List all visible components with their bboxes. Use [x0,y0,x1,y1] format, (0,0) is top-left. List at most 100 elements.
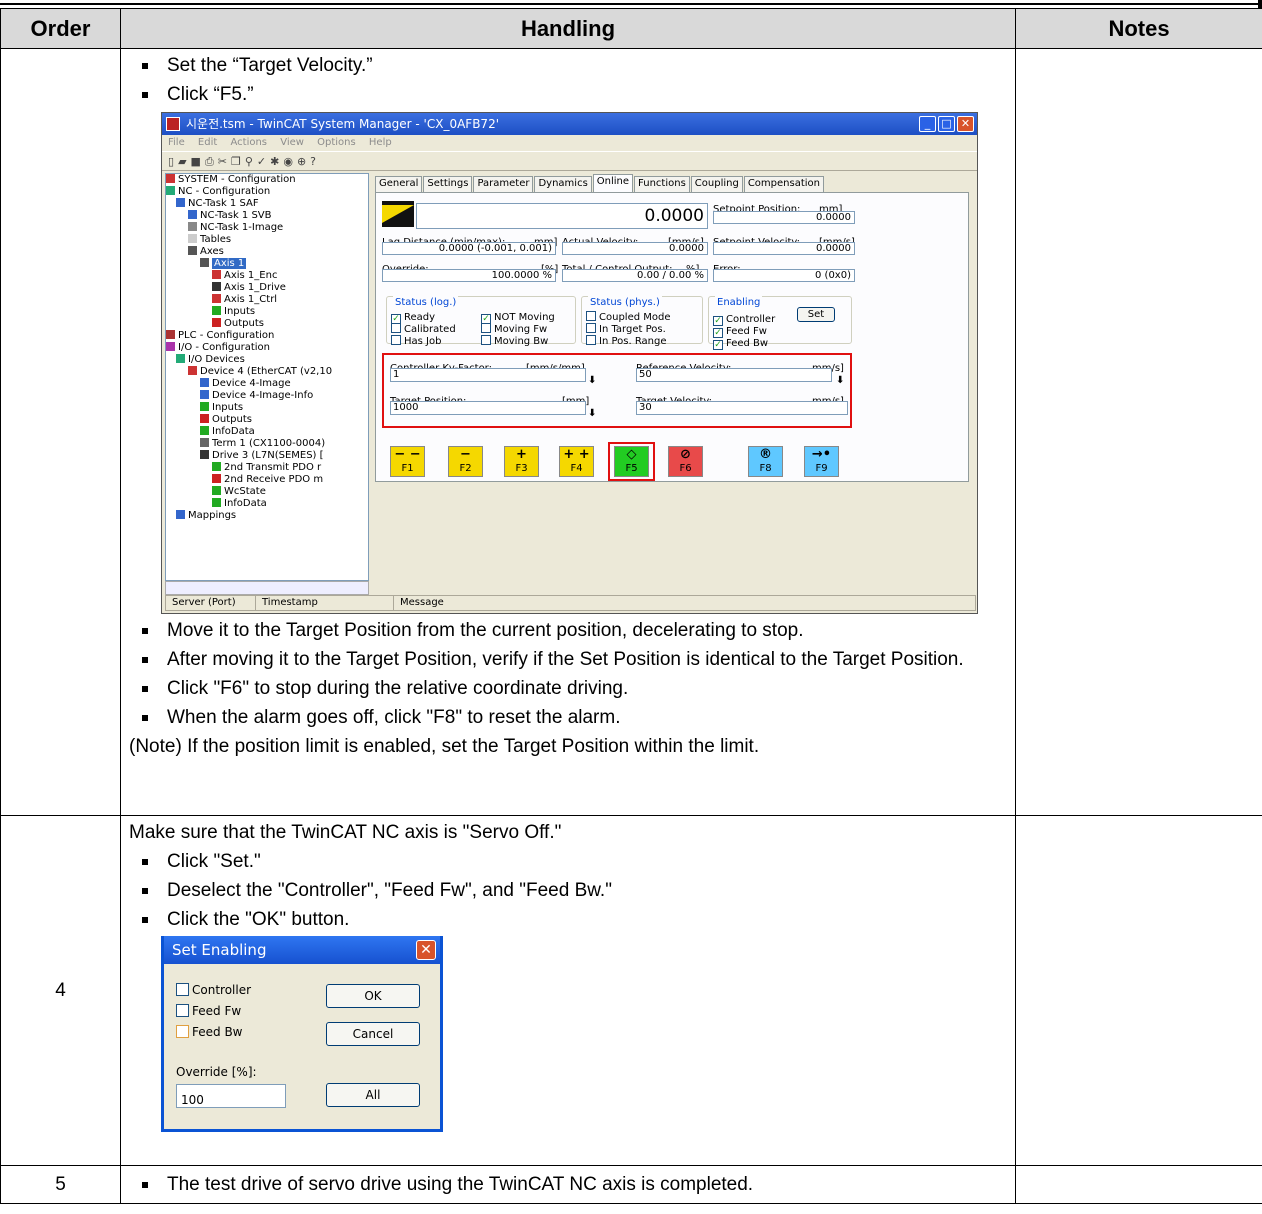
tree-scrollbar[interactable] [165,581,369,595]
all-button[interactable]: All [326,1083,420,1107]
tree-item[interactable]: Axis 1_Drive [166,282,368,294]
target-velocity-input[interactable]: 30 [636,401,848,415]
encoder-icon [212,270,221,279]
override-input[interactable]: 100 [176,1084,286,1108]
close-icon[interactable]: ✕ [416,940,436,960]
tree-item[interactable]: NC-Task 1-Image [166,222,368,234]
tree-item[interactable]: 2nd Receive PDO m [166,474,368,486]
tree-item[interactable]: I/O Devices [166,354,368,366]
server-port-column[interactable]: Server (Port) [166,596,256,610]
save-icon[interactable]: ■ [191,149,201,174]
open-icon[interactable]: ▰ [178,149,186,174]
tree-item[interactable]: SYSTEM - Configuration [166,174,368,186]
tab-parameter[interactable]: Parameter [473,176,534,192]
activate-icon[interactable]: ✱ [270,149,279,174]
tree-item[interactable]: Device 4-Image-Info [166,390,368,402]
message-column[interactable]: Message [394,596,975,610]
tab-functions[interactable]: Functions [634,176,690,192]
tree-item[interactable]: Axis 1_Ctrl [166,294,368,306]
target-icon[interactable]: ◉ [283,149,293,174]
menu-actions[interactable]: Actions [230,137,267,148]
tree-item[interactable]: Device 4 (EtherCAT (v2,10 [166,366,368,378]
zoom-icon[interactable]: ⊕ [297,149,306,174]
handling-cell: Set the “Target Velocity.” Click “F5.” 시… [120,48,1016,816]
f6-button[interactable]: ⊘ F6 [668,446,703,477]
f3-button[interactable]: + F3 [504,446,539,477]
tree-item[interactable]: Outputs [166,414,368,426]
tree-item[interactable]: NC-Task 1 SAF [166,198,368,210]
infodata-icon [212,498,221,507]
tree-item[interactable]: 2nd Transmit PDO r [166,462,368,474]
setpoint-position-value: 0.0000 [713,211,855,224]
tree-item[interactable]: Tables [166,234,368,246]
tree-item[interactable]: NC-Task 1 SVB [166,210,368,222]
f8-button[interactable]: ® F8 [748,446,783,477]
tree-item[interactable]: InfoData [166,498,368,510]
list-item: The test drive of servo drive using the … [129,1172,1011,1197]
list-item: Click "Set." [129,849,1011,874]
tree-item[interactable]: Term 1 (CX1100-0004) [166,438,368,450]
tab-dynamics[interactable]: Dynamics [534,176,592,192]
print-icon[interactable]: ⎙ [205,149,214,174]
top-rule [0,0,1262,8]
reference-velocity-input[interactable]: 50 [636,368,832,382]
table-row: 4 Make sure that the TwinCAT NC axis is … [0,815,1262,1166]
image-icon [200,390,209,399]
menu-file[interactable]: File [168,137,185,148]
menu-view[interactable]: View [280,137,304,148]
download-icon[interactable]: ⬇ [588,401,596,426]
tab-coupling[interactable]: Coupling [690,176,743,192]
tab-compensation[interactable]: Compensation [743,176,825,192]
tree-item[interactable]: Axis 1_Enc [166,270,368,282]
minimize-icon[interactable]: _ [919,116,936,132]
tree-item[interactable]: Device 4-Image [166,378,368,390]
tree-item[interactable]: Axes [166,246,368,258]
tab-settings[interactable]: Settings [423,176,473,192]
cut-icon[interactable]: ✂ [218,149,227,174]
tab-online[interactable]: Online [592,174,634,192]
tree-item[interactable]: Drive 3 (L7N(SEMES) [ [166,450,368,462]
feed-bw-checkbox[interactable]: Feed Bw [176,1020,243,1045]
cancel-button[interactable]: Cancel [326,1022,420,1046]
tree-item[interactable]: I/O - Configuration [166,342,368,354]
copy-icon[interactable]: ❐ [231,149,241,174]
tree-item[interactable]: PLC - Configuration [166,330,368,342]
menu-help[interactable]: Help [369,137,392,148]
tree-item[interactable]: Outputs [166,318,368,330]
tree-item-axis1[interactable]: Axis 1 [166,258,368,270]
tree-item[interactable]: Inputs [166,306,368,318]
kv-factor-input[interactable]: 1 [390,368,586,382]
menu-edit[interactable]: Edit [198,137,217,148]
jog-fast-plus-icon: + + [563,447,590,462]
tree-item[interactable]: InfoData [166,426,368,438]
f2-button[interactable]: − F2 [448,446,483,477]
close-icon[interactable]: ✕ [957,116,974,132]
dialog-titlebar: Set Enabling ✕ [164,936,440,964]
notes-cell [1015,48,1262,816]
tree-item[interactable]: WcState [166,486,368,498]
help-icon[interactable]: ? [310,149,316,174]
infodata-icon [200,426,209,435]
list-item: Deselect the "Controller", "Feed Fw", an… [129,878,1011,903]
target-position-input[interactable]: 1000 [390,401,586,415]
tree-item[interactable]: NC - Configuration [166,186,368,198]
f1-button[interactable]: − − F1 [390,446,425,477]
tree-item[interactable]: Mappings [166,510,368,522]
f4-button[interactable]: + + F4 [559,446,594,477]
maximize-icon[interactable]: □ [938,116,955,132]
timestamp-column[interactable]: Timestamp [256,596,394,610]
tab-general[interactable]: General [375,176,423,192]
note-text: (Note) If the position limit is enabled,… [129,736,760,757]
f9-button[interactable]: →• F9 [804,446,839,477]
menu-options[interactable]: Options [317,137,356,148]
tree-item[interactable]: Inputs [166,402,368,414]
notes-cell [1015,1165,1262,1204]
check-icon[interactable]: ✓ [257,149,266,174]
set-button[interactable]: Set [797,307,835,322]
reset-icon: ® [759,447,772,462]
setpoint-velocity-value: 0.0000 [713,242,855,255]
new-icon[interactable]: ▯ [168,149,174,174]
ok-button[interactable]: OK [326,984,420,1008]
f5-button[interactable]: ◇ F5 [614,446,649,477]
find-icon[interactable]: ⚲ [245,149,253,174]
